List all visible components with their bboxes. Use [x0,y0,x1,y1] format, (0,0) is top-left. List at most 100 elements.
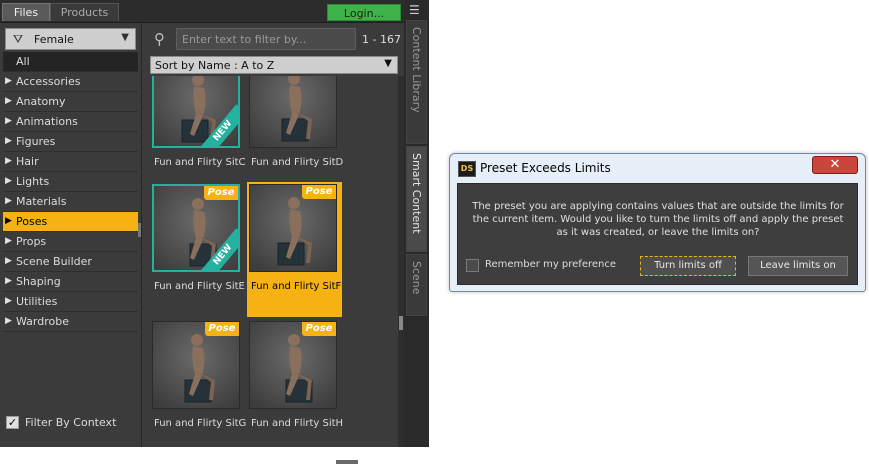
content-area: ⚲ 1 - 167 Sort by Name : A to Z ▼ NEW Fun… [146,23,404,464]
expand-arrow-icon[interactable]: ▶ [5,192,12,211]
resize-handle[interactable] [336,460,358,464]
expand-arrow-icon[interactable]: ▶ [5,112,12,131]
pane-tab-strip: ☰ Content Library Smart Content Scene [404,0,429,447]
asset-name: Fun and Flirty SitF [251,281,342,292]
category-label: Materials [16,195,67,208]
expand-arrow-icon[interactable]: ▶ [5,312,12,331]
expand-arrow-icon[interactable]: ▶ [5,132,12,151]
category-label: Scene Builder [16,255,92,268]
category-item-poses[interactable]: ▶ Poses [3,212,138,232]
checkbox-icon [466,259,479,272]
splitter-handle[interactable] [138,223,141,237]
category-label: Hair [16,155,39,168]
asset-tile[interactable]: Pose Fun and Flirty SitG [150,319,246,433]
category-item-animations[interactable]: ▶ Animations [3,112,138,132]
asset-tile[interactable]: Fun and Flirty SitD [247,76,343,186]
asset-grid: NEW Fun and Flirty SitC Fun and Flirty Sit… [150,76,400,433]
pose-badge: Pose [302,185,336,199]
category-item-scene-builder[interactable]: ▶ Scene Builder [3,252,138,272]
sort-dropdown[interactable]: Sort by Name : A to Z ▼ [150,56,398,74]
tab-scene-label: Scene [410,261,423,295]
filter-dropdown-value: Female [34,33,74,46]
category-label: All [16,55,30,68]
chevron-down-icon: ▼ [384,58,392,69]
search-icon[interactable]: ⚲ [154,30,172,48]
figure-preview-icon [154,76,238,146]
filter-dropdown[interactable]: ⛛ Female ▼ [5,28,136,50]
asset-tile[interactable]: Pose Fun and Flirty SitF [247,182,342,317]
asset-tile[interactable]: Pose Fun and Flirty SitH [247,319,343,433]
asset-name: Fun and Flirty SitD [251,157,343,168]
pose-thumbnail: Pose [249,184,337,272]
filter-by-context-label: Filter By Context [25,416,117,429]
tab-files[interactable]: Files [2,3,50,21]
pose-badge: Pose [204,186,238,200]
tab-smart-content[interactable]: Smart Content [406,146,427,252]
category-item-materials[interactable]: ▶ Materials [3,192,138,212]
category-sidebar: ⛛ Female ▼ All ▶ Accessories ▶ Anatomy ▶ Anima… [0,23,142,447]
expand-arrow-icon[interactable]: ▶ [5,172,12,191]
scrollbar-thumb[interactable] [399,316,403,330]
expand-arrow-icon[interactable]: ▶ [5,292,12,311]
close-button[interactable]: ✕ [812,156,858,174]
tab-content-library-label: Content Library [410,27,423,113]
category-item-hair[interactable]: ▶ Hair [3,152,138,172]
category-label: Utilities [16,295,58,308]
dialog-body: The preset you are applying contains val… [457,183,858,285]
leave-limits-on-button[interactable]: Leave limits on [748,256,848,276]
category-label: Wardrobe [16,315,69,328]
category-item-utilities[interactable]: ▶ Utilities [3,292,138,312]
asset-name: Fun and Flirty SitH [251,418,343,429]
pose-thumbnail: Pose NEW [152,184,240,272]
category-item-anatomy[interactable]: ▶ Anatomy [3,92,138,112]
asset-name: Fun and Flirty SitC [154,157,246,168]
category-label: Props [16,235,47,248]
expand-arrow-icon[interactable]: ▶ [5,72,12,91]
expand-arrow-icon[interactable]: ▶ [5,92,12,111]
category-label: Accessories [16,75,81,88]
pose-thumbnail [249,76,337,148]
panel-tab-bar: Files Products Login... [0,0,404,23]
expand-arrow-icon[interactable]: ▶ [5,212,12,231]
category-item-all[interactable]: All [3,52,138,72]
turn-limits-off-button[interactable]: Turn limits off [640,256,736,276]
dialog-title: Preset Exceeds Limits [480,161,611,175]
tab-content-library[interactable]: Content Library [406,20,427,144]
search-row: ⚲ 1 - 167 [146,27,404,51]
asset-tile[interactable]: Pose NEW Fun and Flirty SitE [150,182,245,310]
asset-tile[interactable]: NEW Fun and Flirty SitC [150,76,246,186]
app-icon: DS [458,161,476,177]
expand-arrow-icon[interactable]: ▶ [5,272,12,291]
search-input[interactable] [176,28,356,50]
tab-products[interactable]: Products [50,3,119,21]
category-item-shaping[interactable]: ▶ Shaping [3,272,138,292]
pose-badge: Pose [205,322,239,336]
category-item-lights[interactable]: ▶ Lights [3,172,138,192]
category-label: Poses [16,215,48,228]
preset-exceeds-limits-dialog: DS Preset Exceeds Limits ✕ The preset yo… [449,153,866,292]
category-item-wardrobe[interactable]: ▶ Wardrobe [3,312,138,332]
result-count: 1 - 167 [362,33,401,46]
asset-name: Fun and Flirty SitG [154,418,246,429]
tab-smart-content-label: Smart Content [410,153,423,234]
remember-preference-label: Remember my preference [485,259,617,270]
expand-arrow-icon[interactable]: ▶ [5,152,12,171]
dialog-titlebar[interactable]: DS Preset Exceeds Limits ✕ [450,154,865,182]
pose-badge: Pose [302,322,336,336]
login-button[interactable]: Login... [327,4,401,21]
category-list: All ▶ Accessories ▶ Anatomy ▶ Animations ▶ Figur… [3,52,138,332]
category-item-props[interactable]: ▶ Props [3,232,138,252]
expand-arrow-icon[interactable]: ▶ [5,232,12,251]
chevron-down-icon: ▼ [121,32,129,43]
asset-name: Fun and Flirty SitE [154,281,245,292]
checkbox-icon: ✓ [6,416,19,429]
menu-icon[interactable]: ☰ [409,3,420,17]
figure-preview-icon [250,76,336,147]
category-label: Animations [16,115,78,128]
tab-scene[interactable]: Scene [406,254,427,316]
category-label: Figures [16,135,56,148]
pose-thumbnail: Pose [152,321,240,409]
expand-arrow-icon[interactable]: ▶ [5,252,12,271]
category-item-figures[interactable]: ▶ Figures [3,132,138,152]
category-item-accessories[interactable]: ▶ Accessories [3,72,138,92]
